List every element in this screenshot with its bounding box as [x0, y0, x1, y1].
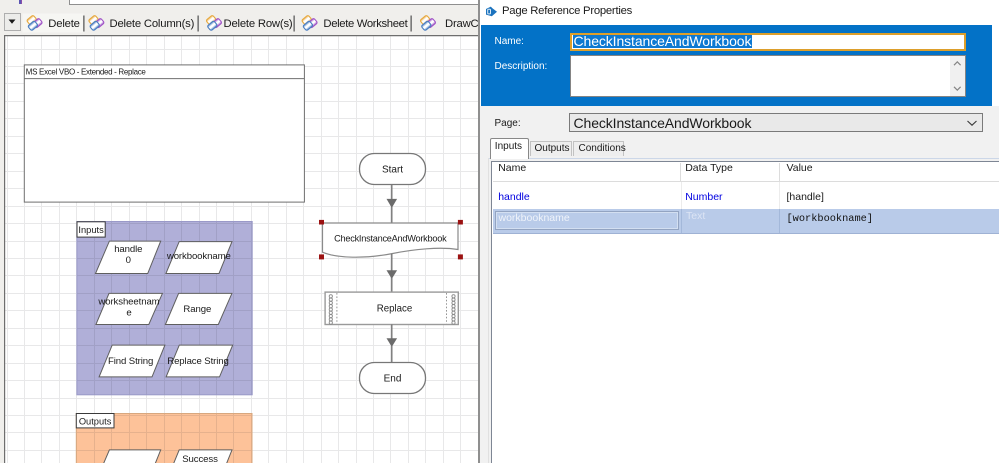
- svg-text:Find String: Find String: [107, 355, 152, 366]
- svg-text:End: End: [383, 373, 401, 384]
- svg-text:Replace String: Replace String: [167, 355, 229, 366]
- svg-text:Start: Start: [381, 164, 402, 175]
- svg-text:Replace: Replace: [376, 303, 412, 314]
- svg-text:0: 0: [125, 255, 130, 266]
- svg-text:Outputs: Outputs: [78, 416, 111, 426]
- svg-text:Delete Row(s): Delete Row(s): [224, 18, 293, 30]
- svg-text:Range: Range: [183, 304, 211, 315]
- svg-text:handle: handle: [114, 244, 142, 255]
- svg-text:Delete: Delete: [48, 18, 79, 30]
- svg-text:MS Excel VBO - Extended - Repl: MS Excel VBO - Extended - Replace: [25, 67, 146, 76]
- svg-text:Delete Column(s): Delete Column(s): [110, 18, 195, 30]
- svg-text:Success: Success: [182, 454, 218, 463]
- svg-text:DrawChart: DrawChart: [445, 18, 480, 30]
- svg-text:Delete Worksheet: Delete Worksheet: [323, 18, 408, 30]
- svg-text:CheckInstanceAndWorkbook: CheckInstanceAndWorkbook: [334, 233, 447, 243]
- svg-text:workbookname: workbookname: [165, 250, 230, 261]
- svg-text:worksheetnam: worksheetnam: [97, 296, 159, 307]
- svg-text:Inputs: Inputs: [78, 224, 104, 234]
- svg-text:e: e: [126, 307, 131, 318]
